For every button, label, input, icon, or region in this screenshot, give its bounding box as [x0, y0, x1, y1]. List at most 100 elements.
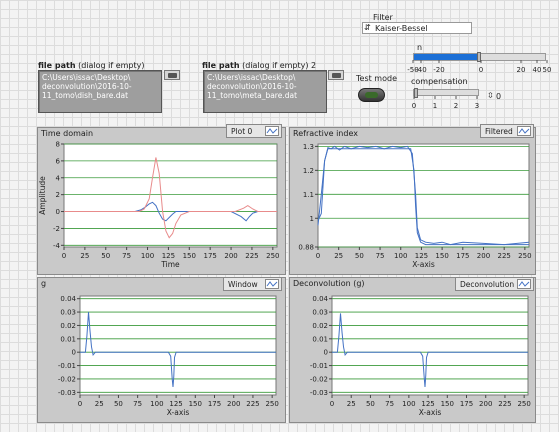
y-tick-label: 0.04 — [60, 295, 76, 303]
x-tick-label: 250 — [266, 252, 279, 260]
y-tick-label: -0.03 — [58, 389, 76, 397]
y-tick-label: -0.01 — [310, 362, 328, 370]
x-tick-label: 25 — [334, 252, 343, 260]
x-tick-label: 0 — [78, 400, 82, 408]
ring-arrows-icon[interactable]: ⇵ — [364, 23, 371, 33]
test-mode-label: Test mode — [356, 74, 397, 83]
increment-decrement-icon[interactable]: ⇳ — [487, 91, 494, 101]
y-tick-label: 1.2 — [303, 167, 314, 175]
line-style-icon — [265, 279, 279, 289]
y-tick-label: -4 — [53, 242, 61, 250]
x-tick-label: 50 — [355, 252, 364, 260]
plot-area[interactable] — [317, 143, 530, 248]
led-indicator — [365, 92, 378, 98]
compensation-slider[interactable] — [413, 88, 479, 98]
x-tick-label: 125 — [169, 400, 182, 408]
browse-button-2[interactable] — [328, 70, 344, 80]
compensation-scale: 0 1 2 3 — [412, 96, 479, 110]
browse-button-1[interactable] — [164, 70, 180, 80]
compensation-label: compensation — [411, 77, 468, 86]
comp-tick-label: 0 — [412, 102, 416, 110]
x-tick-label: 250 — [265, 400, 278, 408]
n-slider-scale: -50-40 -20 0 20 40 50 — [407, 60, 552, 74]
x-tick-label: 25 — [95, 400, 104, 408]
file-path-label-2: file path (dialog if empty) 2 — [202, 61, 317, 70]
y-tick-label: -0.01 — [58, 362, 76, 370]
y-tick-label: -0.03 — [310, 389, 328, 397]
time-domain-chart: 86420-2-40 25 50 75 100 125 150 175 200 225 250Tim… — [38, 141, 280, 270]
comp-tick-label: 1 — [433, 102, 437, 110]
x-tick-label: 125 — [415, 252, 428, 260]
y-tick-label: -2 — [53, 225, 60, 233]
y-tick-label: 0.01 — [312, 335, 328, 343]
n-tick-label: 50 — [543, 66, 552, 74]
y-tick-label: 2 — [56, 191, 60, 199]
x-tick-label: 175 — [208, 400, 221, 408]
x-tick-label: 125 — [162, 252, 175, 260]
x-tick-label: 25 — [347, 400, 356, 408]
y-tick-label: 0.02 — [312, 322, 328, 330]
n-tick-label: -40 — [415, 66, 426, 74]
graph-title: Deconvolution (g) — [293, 279, 365, 288]
folder-icon — [168, 73, 177, 78]
graph-title: g — [41, 279, 47, 288]
y-tick-label: 0 — [324, 349, 328, 357]
x-tick-label: 100 — [141, 252, 154, 260]
y-tick-label: 0.03 — [60, 309, 76, 317]
y-tick-label: 1.3 — [303, 143, 314, 151]
x-tick-label: 100 — [402, 400, 415, 408]
x-tick-label: 225 — [245, 252, 258, 260]
x-tick-label: 75 — [385, 400, 394, 408]
x-tick-label: 175 — [203, 252, 216, 260]
y-tick-label: -0.02 — [58, 375, 76, 383]
deconvolution-chart: 0.040.030.020.010-0.01-0.02-0.030 25 50 75 1… — [310, 295, 531, 417]
test-mode-toggle[interactable] — [358, 88, 385, 102]
x-tick-label: 125 — [421, 400, 434, 408]
file-path-label-1: file path (dialog if empty) — [38, 61, 145, 70]
compensation-numeric[interactable]: ⇳ 0 — [487, 91, 509, 102]
filter-label: Filter — [373, 13, 393, 22]
comp-tick-label: 3 — [475, 102, 479, 110]
plot-legend[interactable]: Filtered — [480, 124, 534, 138]
filter-ring[interactable]: ⇵ Kaiser-Bessel — [362, 22, 472, 34]
plot-legend[interactable]: Plot 0 — [226, 124, 282, 138]
x-tick-label: 200 — [479, 400, 492, 408]
y-tick-label: 0.03 — [312, 309, 328, 317]
x-tick-label: 150 — [435, 252, 448, 260]
line-style-icon — [517, 126, 531, 136]
x-tick-label: 25 — [80, 252, 89, 260]
plot-area[interactable] — [63, 143, 278, 248]
y-tick-label: 1 — [310, 215, 314, 223]
x-axis-label: X-axis — [412, 260, 435, 269]
file-path-input-1[interactable]: C:\Users\issac\Desktop\ deconvolution\20… — [38, 70, 162, 113]
y-axis-label: Amplitude — [38, 176, 47, 215]
x-tick-label: 0 — [330, 400, 334, 408]
x-tick-label: 100 — [150, 400, 163, 408]
comp-tick-label: 2 — [454, 102, 458, 110]
n-tick-label: 20 — [517, 66, 526, 74]
x-tick-label: 225 — [246, 400, 259, 408]
plot-legend[interactable]: Window — [223, 277, 282, 291]
x-tick-label: 50 — [114, 400, 123, 408]
y-tick-label: 0.88 — [298, 244, 314, 252]
x-axis-label: X-axis — [419, 408, 442, 417]
y-tick-label: 0.04 — [312, 295, 328, 303]
file-path-input-2[interactable]: C:\Users\issac\Desktop\ deconvolution\20… — [203, 70, 327, 113]
x-tick-label: 200 — [227, 400, 240, 408]
y-tick-label: 1.1 — [303, 191, 314, 199]
plot-area[interactable] — [79, 295, 277, 396]
x-tick-label: 250 — [517, 400, 530, 408]
y-tick-label: 8 — [56, 141, 60, 149]
filter-value: Kaiser-Bessel — [375, 24, 428, 33]
y-tick-label: 0.02 — [60, 322, 76, 330]
graph-title: Time domain — [41, 129, 94, 138]
n-tick-label: 0 — [479, 66, 483, 74]
plot-area[interactable] — [331, 295, 529, 396]
plot-legend[interactable]: Deconvolution — [455, 277, 534, 291]
line-style-icon — [265, 126, 279, 136]
x-tick-label: 75 — [133, 400, 142, 408]
x-axis-label: X-axis — [167, 408, 190, 417]
y-tick-label: 0 — [72, 349, 76, 357]
x-tick-label: 0 — [316, 252, 320, 260]
x-tick-label: 150 — [183, 252, 196, 260]
